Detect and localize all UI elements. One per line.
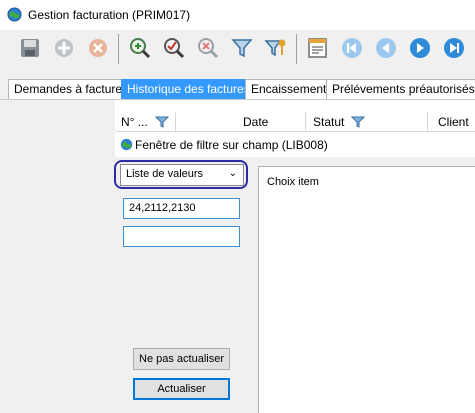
filter-button[interactable] — [228, 34, 256, 62]
toolbar-separator — [296, 34, 297, 64]
zoom-in-button[interactable] — [126, 34, 154, 62]
no-update-button[interactable]: Ne pas actualiser — [133, 348, 230, 370]
tab-demandes-a-facturer[interactable]: Demandes à facturer — [8, 79, 133, 99]
app-globe-icon — [7, 7, 22, 22]
filter-second-input[interactable] — [123, 226, 240, 247]
previous-record-button[interactable] — [372, 34, 400, 62]
column-filter-icon[interactable] — [351, 115, 365, 129]
window-title: Gestion facturation (PRIM017) — [28, 8, 191, 22]
filter-key-button[interactable] — [262, 34, 290, 62]
filter-key-icon — [264, 39, 286, 57]
next-record-button[interactable] — [406, 34, 434, 62]
last-icon — [444, 38, 464, 58]
save-button[interactable] — [16, 34, 44, 62]
filter-icon — [231, 39, 253, 58]
first-icon — [342, 38, 362, 58]
column-header-client[interactable]: Client — [438, 115, 469, 129]
update-button[interactable]: Actualiser — [133, 378, 230, 400]
tab-historique-des-factures[interactable]: Historique des factures — [121, 79, 256, 99]
zoom-check-button[interactable] — [160, 34, 188, 62]
cancel-button[interactable] — [84, 34, 112, 62]
column-header-number[interactable]: N° ... — [121, 115, 148, 129]
first-record-button[interactable] — [338, 34, 366, 62]
list-header-choix-item: Choix item — [267, 176, 319, 188]
filter-window-titlebar: Fenêtre de filtre sur champ (LIB008) — [115, 133, 475, 157]
zoom-in-icon — [130, 38, 151, 59]
filter-values-input[interactable]: 24,2112,2130 — [123, 198, 240, 219]
report-button[interactable] — [304, 34, 332, 62]
last-record-button[interactable] — [440, 34, 468, 62]
toolbar — [0, 30, 475, 76]
filter-window-globe-icon — [120, 138, 133, 151]
filter-window-title: Fenêtre de filtre sur champ (LIB008) — [135, 138, 328, 152]
column-header-statut[interactable]: Statut — [313, 115, 344, 129]
grid-header: N° ... Date Statut Client — [115, 112, 475, 132]
report-icon — [308, 38, 327, 58]
add-icon — [55, 39, 73, 57]
column-separator — [427, 112, 428, 132]
prev-icon — [376, 38, 396, 58]
cancel-icon — [89, 39, 107, 57]
toolbar-separator — [118, 34, 119, 64]
save-icon — [21, 39, 39, 57]
column-separator — [175, 112, 176, 132]
title-bar: Gestion facturation (PRIM017) — [0, 0, 475, 30]
next-icon — [410, 38, 430, 58]
zoom-check-icon — [164, 38, 185, 59]
tab-prelevements-preautorises[interactable]: Prélévements préautorisés — [326, 79, 475, 99]
highlight-annotation — [114, 160, 248, 189]
add-button[interactable] — [50, 34, 78, 62]
zoom-out-button[interactable] — [194, 34, 222, 62]
column-filter-icon[interactable] — [155, 115, 169, 129]
tab-encaissements[interactable]: Encaissements — [245, 79, 339, 99]
column-separator — [305, 112, 306, 132]
choice-item-list[interactable]: Choix item — [258, 166, 475, 413]
column-header-date[interactable]: Date — [243, 115, 268, 129]
zoom-out-icon — [198, 38, 219, 59]
left-panel — [0, 100, 115, 413]
tab-strip: Demandes à facturer Historique des factu… — [0, 76, 475, 100]
